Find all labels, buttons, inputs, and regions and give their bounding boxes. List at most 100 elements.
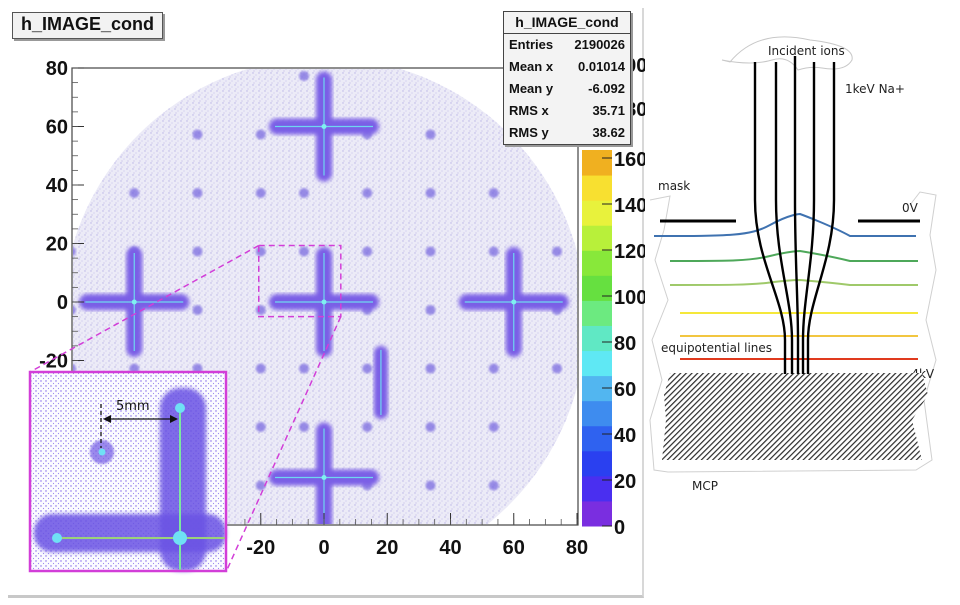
mask-hole [362,363,373,374]
ion-optics-diagram: Incident ions 1keV Na+ mask 0V equipoten… [649,36,937,493]
equipotential-line [669,278,918,286]
y-tick-label: 80 [46,58,68,80]
mask-label: mask [658,179,690,193]
stats-value: 0.01014 [578,59,625,74]
cross-center [321,299,327,305]
y-tick-label: 40 [46,175,68,197]
stats-label: Mean y [509,81,554,96]
mask-hole [255,422,266,432]
mask-hole [488,246,499,257]
colorbar-segment [582,150,612,176]
mask-hole [362,188,373,198]
colorbar-tick-label: 80 [614,333,636,355]
inset-core-center [173,531,187,545]
stats-box: h_IMAGE_cond Entries 2190026 Mean x 0.0101… [503,11,631,145]
mcp-block [662,373,928,460]
histogram-title: h_IMAGE_cond [12,12,164,39]
equipotential-label: equipotential lines [661,341,772,355]
stats-row: Mean y -6.092 [504,78,630,100]
stats-label: Entries [509,37,554,52]
colorbar-segment [582,500,612,527]
x-tick-label: 40 [439,537,461,559]
cross-center [321,475,327,480]
mask-hole [362,246,373,257]
colorbar-segment [582,225,612,251]
mask-hole [255,363,266,374]
inset-distance-label: 5mm [116,399,150,414]
colorbar-tick-label: 40 [614,425,636,447]
mask-hole [425,422,436,432]
stats-label: RMS x [509,103,549,118]
mask-hole [255,246,266,257]
mask-hole [425,363,436,374]
equipotential-line [653,212,916,237]
mask-hole [192,246,203,257]
mask-hole [299,188,309,198]
cross-center [131,299,137,305]
inset-hole-center [98,448,106,456]
stats-row: Entries 2190026 [504,34,630,56]
colorbar-segment [582,400,612,427]
mask-hole [255,188,266,198]
mask-hole [192,305,203,315]
mask-hole [425,246,436,257]
colorbar-tick-label: 60 [614,379,636,401]
equipotential-line [669,249,918,262]
mask-hole [425,129,436,140]
mask-hole [488,422,499,432]
mask-hole [255,129,266,140]
colorbar-segment [582,250,612,276]
beam-energy-label: 1keV Na+ [845,82,905,96]
colorbar-tick-label: 0 [614,517,625,539]
x-tick-label: 0 [318,537,329,559]
colorbar-tick-label: 20 [614,471,636,493]
mask-hole [552,246,562,257]
mcp-label: MCP [692,479,718,493]
mask-hole [299,422,309,432]
mask-hole [192,188,203,198]
colorbar-segment [582,325,612,352]
mask-hole [488,480,499,491]
mask-hole [488,188,499,198]
stats-label: Mean x [509,59,554,74]
incident-ions-label: Incident ions [768,44,845,58]
mask-hole [299,246,309,257]
mask-hole [425,305,436,315]
mask-hole [299,363,309,374]
colorbar-segment [582,450,612,477]
colorbar-segment [582,425,612,452]
stats-value: -6.092 [588,81,625,96]
stats-row: RMS y 38.62 [504,122,630,144]
stats-value: 38.62 [592,125,625,140]
inset-horizontal-arm [34,514,226,552]
mask-hole [255,305,266,315]
x-tick-label: 60 [503,537,525,559]
colorbar-segment [582,275,612,301]
mask-hole [425,480,436,491]
mask-hole [425,188,436,198]
mask-hole [552,363,562,374]
mask-hole [488,363,499,374]
mask-hole [362,422,373,432]
colorbar-segment [582,175,612,201]
x-tick-label: 80 [566,537,588,559]
cross-center [321,124,327,129]
x-tick-label: -20 [246,537,275,559]
y-tick-label: 20 [46,234,68,256]
stats-value: 35.71 [592,103,625,118]
x-tick-label: 20 [376,537,398,559]
ion-trajectory [753,62,787,374]
top-voltage-label: 0V [902,201,919,215]
stats-label: RMS y [509,125,549,140]
mask-hole [129,188,140,198]
stats-row: RMS x 35.71 [504,100,630,122]
zoom-inset: 5mm [28,370,228,573]
colorbar-segment [582,350,612,377]
y-tick-label: 0 [57,292,68,314]
cross-center [511,299,517,305]
mask-hole [299,71,309,81]
stats-value: 2190026 [574,37,625,52]
stats-row: Mean x 0.01014 [504,56,630,78]
inset-core-end-top [175,403,185,413]
inset-core-end-left [52,533,62,543]
